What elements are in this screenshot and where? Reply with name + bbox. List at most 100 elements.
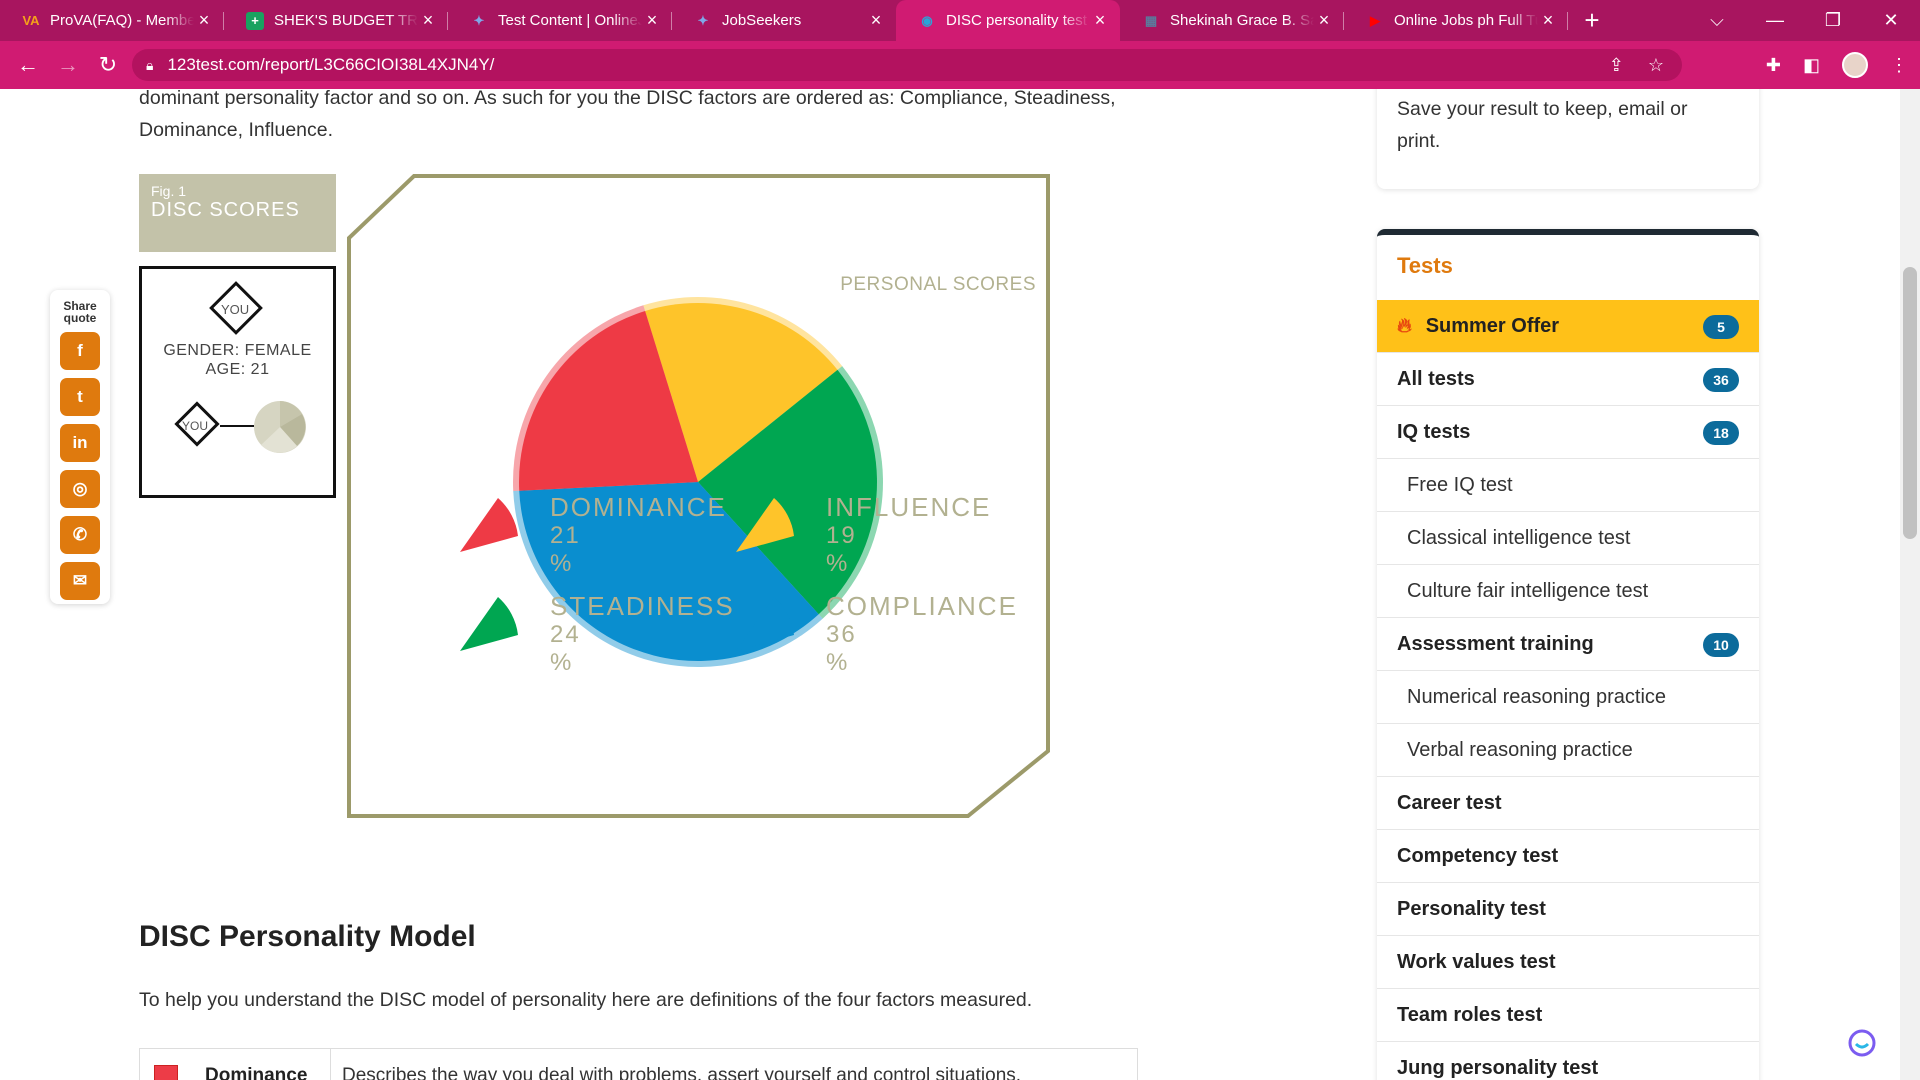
tab-close-icon[interactable]: × [866, 10, 886, 31]
browser-tab[interactable]: ▦ Shekinah Grace B. Sar × [1120, 0, 1344, 41]
tab-title: ProVA(FAQ) - Member [50, 12, 194, 29]
sidebar-item-jung-personality-test[interactable]: Jung personality test [1377, 1042, 1759, 1080]
tab-close-icon[interactable]: × [1314, 10, 1334, 31]
table-divider [330, 1049, 331, 1080]
save-text-line-1: Save your result to keep, email or [1397, 98, 1688, 120]
restore-button[interactable]: ❐ [1804, 10, 1862, 31]
tab-favicon-icon: ▦ [1144, 12, 1158, 28]
sidebar-item-label: IQ tests [1397, 420, 1471, 443]
flame-icon: 🔥︎ [1397, 314, 1412, 337]
sidebar-item-assessment-training[interactable]: Assessment training 10 [1377, 618, 1759, 671]
sidebar-item-personality-test[interactable]: Personality test [1377, 883, 1759, 936]
profile-summary-box: YOU GENDER: FEMALE AGE: 21 YOU [139, 266, 336, 498]
legend-name: INFLUENCE [826, 492, 992, 522]
side-panel-icon[interactable]: ◧ [1803, 55, 1820, 76]
intro-line-1: dominant personality factor and so on. A… [139, 89, 1116, 109]
legend-name: DOMINANCE [550, 492, 727, 522]
intro-paragraph: dominant personality factor and so on. A… [139, 89, 1139, 146]
sidebar-item-label: Work values test [1397, 950, 1556, 973]
share-linkedin-button[interactable]: in [60, 424, 100, 462]
browser-tab[interactable]: ✦ Test Content | OnlineJ × [448, 0, 672, 41]
share-page-icon[interactable]: ⇪ [1609, 55, 1624, 76]
chart-heading: PERSONAL SCORES [840, 274, 1036, 295]
sidebar-item-label: Summer Offer [1425, 314, 1560, 337]
new-tab-button[interactable]: + [1572, 5, 1612, 36]
sidebar-item-competency-test[interactable]: Competency test [1377, 830, 1759, 883]
profile-avatar[interactable] [1842, 52, 1868, 78]
minimize-button[interactable]: — [1746, 10, 1804, 31]
sidebar-item-numerical-reasoning-practice[interactable]: Numerical reasoning practice [1377, 671, 1759, 724]
legend-wedge-icon [460, 597, 518, 651]
legend-value: 36 % [826, 621, 857, 676]
share-instagram-button[interactable]: ◎ [60, 470, 100, 508]
sidebar-item-label: Culture fair intelligence test [1407, 579, 1649, 602]
address-bar[interactable]: 🔒︎ 123test.com/report/L3C66CIOI38L4XJN4Y… [132, 49, 1682, 81]
browser-tab[interactable]: + SHEK'S BUDGET TRAC× [224, 0, 448, 41]
sidebar-item-verbal-reasoning-practice[interactable]: Verbal reasoning practice [1377, 724, 1759, 777]
sidebar-item-team-roles-test[interactable]: Team roles test [1377, 989, 1759, 1042]
tab-favicon-icon: VA [22, 13, 40, 28]
intro-line-2: Dominance, Influence. [139, 119, 334, 141]
back-button[interactable]: ← [8, 52, 48, 78]
sidebar-item-culture-fair-intelligence-test[interactable]: Culture fair intelligence test [1377, 565, 1759, 618]
sidebar-item-label: Career test [1397, 791, 1502, 814]
sidebar-item-label: Free IQ test [1407, 473, 1513, 496]
count-badge: 5 [1703, 315, 1739, 339]
sidebar-item-all-tests[interactable]: All tests 36 [1377, 353, 1759, 406]
sidebar-item-classical-intelligence-test[interactable]: Classical intelligence test [1377, 512, 1759, 565]
browser-tab[interactable]: ▶ Online Jobs ph Full Tu × [1344, 0, 1568, 41]
sidebar-item-label: Assessment training [1397, 632, 1594, 655]
sidebar-item-career-test[interactable]: Career test [1377, 777, 1759, 830]
disc-chart: PERSONAL SCORES DOMINANCE 21 % INFLUENCE 19… [346, 173, 1052, 824]
tab-close-icon[interactable]: × [642, 10, 662, 31]
mini-pie-icon [254, 401, 306, 453]
legend-value: 21 % [550, 522, 581, 577]
definition-table: Dominance Describes the way you deal wit… [139, 1048, 1138, 1080]
share-messenger-button[interactable]: ✆ [60, 516, 100, 554]
tab-list: VAProVA(FAQ) - Member×+SHEK'S BUDGET TRA… [0, 0, 1568, 41]
browser-tab[interactable]: ✦ JobSeekers × [672, 0, 896, 41]
sidebar-item-free-iq-test[interactable]: Free IQ test [1377, 459, 1759, 512]
forward-button[interactable]: → [48, 52, 88, 78]
sidebar-item-iq-tests[interactable]: IQ tests 18 [1377, 406, 1759, 459]
sidebar-item-summer-offer[interactable]: 🔥︎ Summer Offer 5 [1377, 300, 1759, 353]
save-result-card: Save your result to keep, email or print… [1377, 89, 1759, 189]
tab-close-icon[interactable]: × [1090, 10, 1110, 31]
menu-kebab-icon[interactable]: ⋮ [1890, 55, 1908, 76]
page-scrollbar[interactable] [1900, 89, 1920, 1080]
extensions-puzzle-icon[interactable]: ✚ [1766, 55, 1781, 76]
legend-wedge-icon [736, 597, 794, 651]
legend-wedge-icon [736, 498, 794, 552]
figure-title: DISC SCORES [151, 199, 300, 221]
you-label: YOU [221, 302, 250, 317]
legend-wedge-icon [460, 498, 518, 552]
tab-close-icon[interactable]: × [194, 10, 214, 31]
tab-close-icon[interactable]: × [418, 10, 438, 31]
lock-icon[interactable]: 🔒︎ [146, 57, 153, 74]
reload-button[interactable]: ↻ [88, 52, 128, 78]
share-title: Share quote [50, 300, 110, 324]
you-marker-label: YOU [182, 419, 209, 433]
bookmark-star-icon[interactable]: ☆ [1648, 55, 1664, 76]
tab-close-icon[interactable]: × [1538, 10, 1558, 31]
close-window-button[interactable]: ✕ [1862, 10, 1920, 31]
legend-value: 19 % [826, 522, 857, 577]
tab-favicon-icon: ✦ [697, 12, 709, 28]
share-email-button[interactable]: ✉ [60, 562, 100, 600]
share-twitter-button[interactable]: t [60, 378, 100, 416]
tab-title: JobSeekers [722, 12, 802, 29]
tab-search-icon[interactable]: ⌵ [1688, 10, 1746, 31]
browser-tab[interactable]: ◉ DISC personality test r × [896, 0, 1120, 41]
browser-tab[interactable]: VA ProVA(FAQ) - Member × [0, 0, 224, 41]
assistant-chat-icon[interactable] [1847, 1028, 1877, 1058]
definition-description: Describes the way you deal with problems… [342, 1065, 1022, 1080]
sidebar-item-label: Competency test [1397, 844, 1559, 867]
tab-favicon-icon: ✦ [473, 12, 485, 28]
share-facebook-button[interactable]: f [60, 332, 100, 370]
scrollbar-thumb[interactable] [1903, 267, 1917, 539]
sidebar-item-label: Personality test [1397, 897, 1546, 920]
tab-favicon-icon: + [246, 11, 264, 30]
save-text-line-2: print. [1397, 130, 1441, 152]
legend-name: STEADINESS [550, 591, 735, 621]
sidebar-item-work-values-test[interactable]: Work values test [1377, 936, 1759, 989]
